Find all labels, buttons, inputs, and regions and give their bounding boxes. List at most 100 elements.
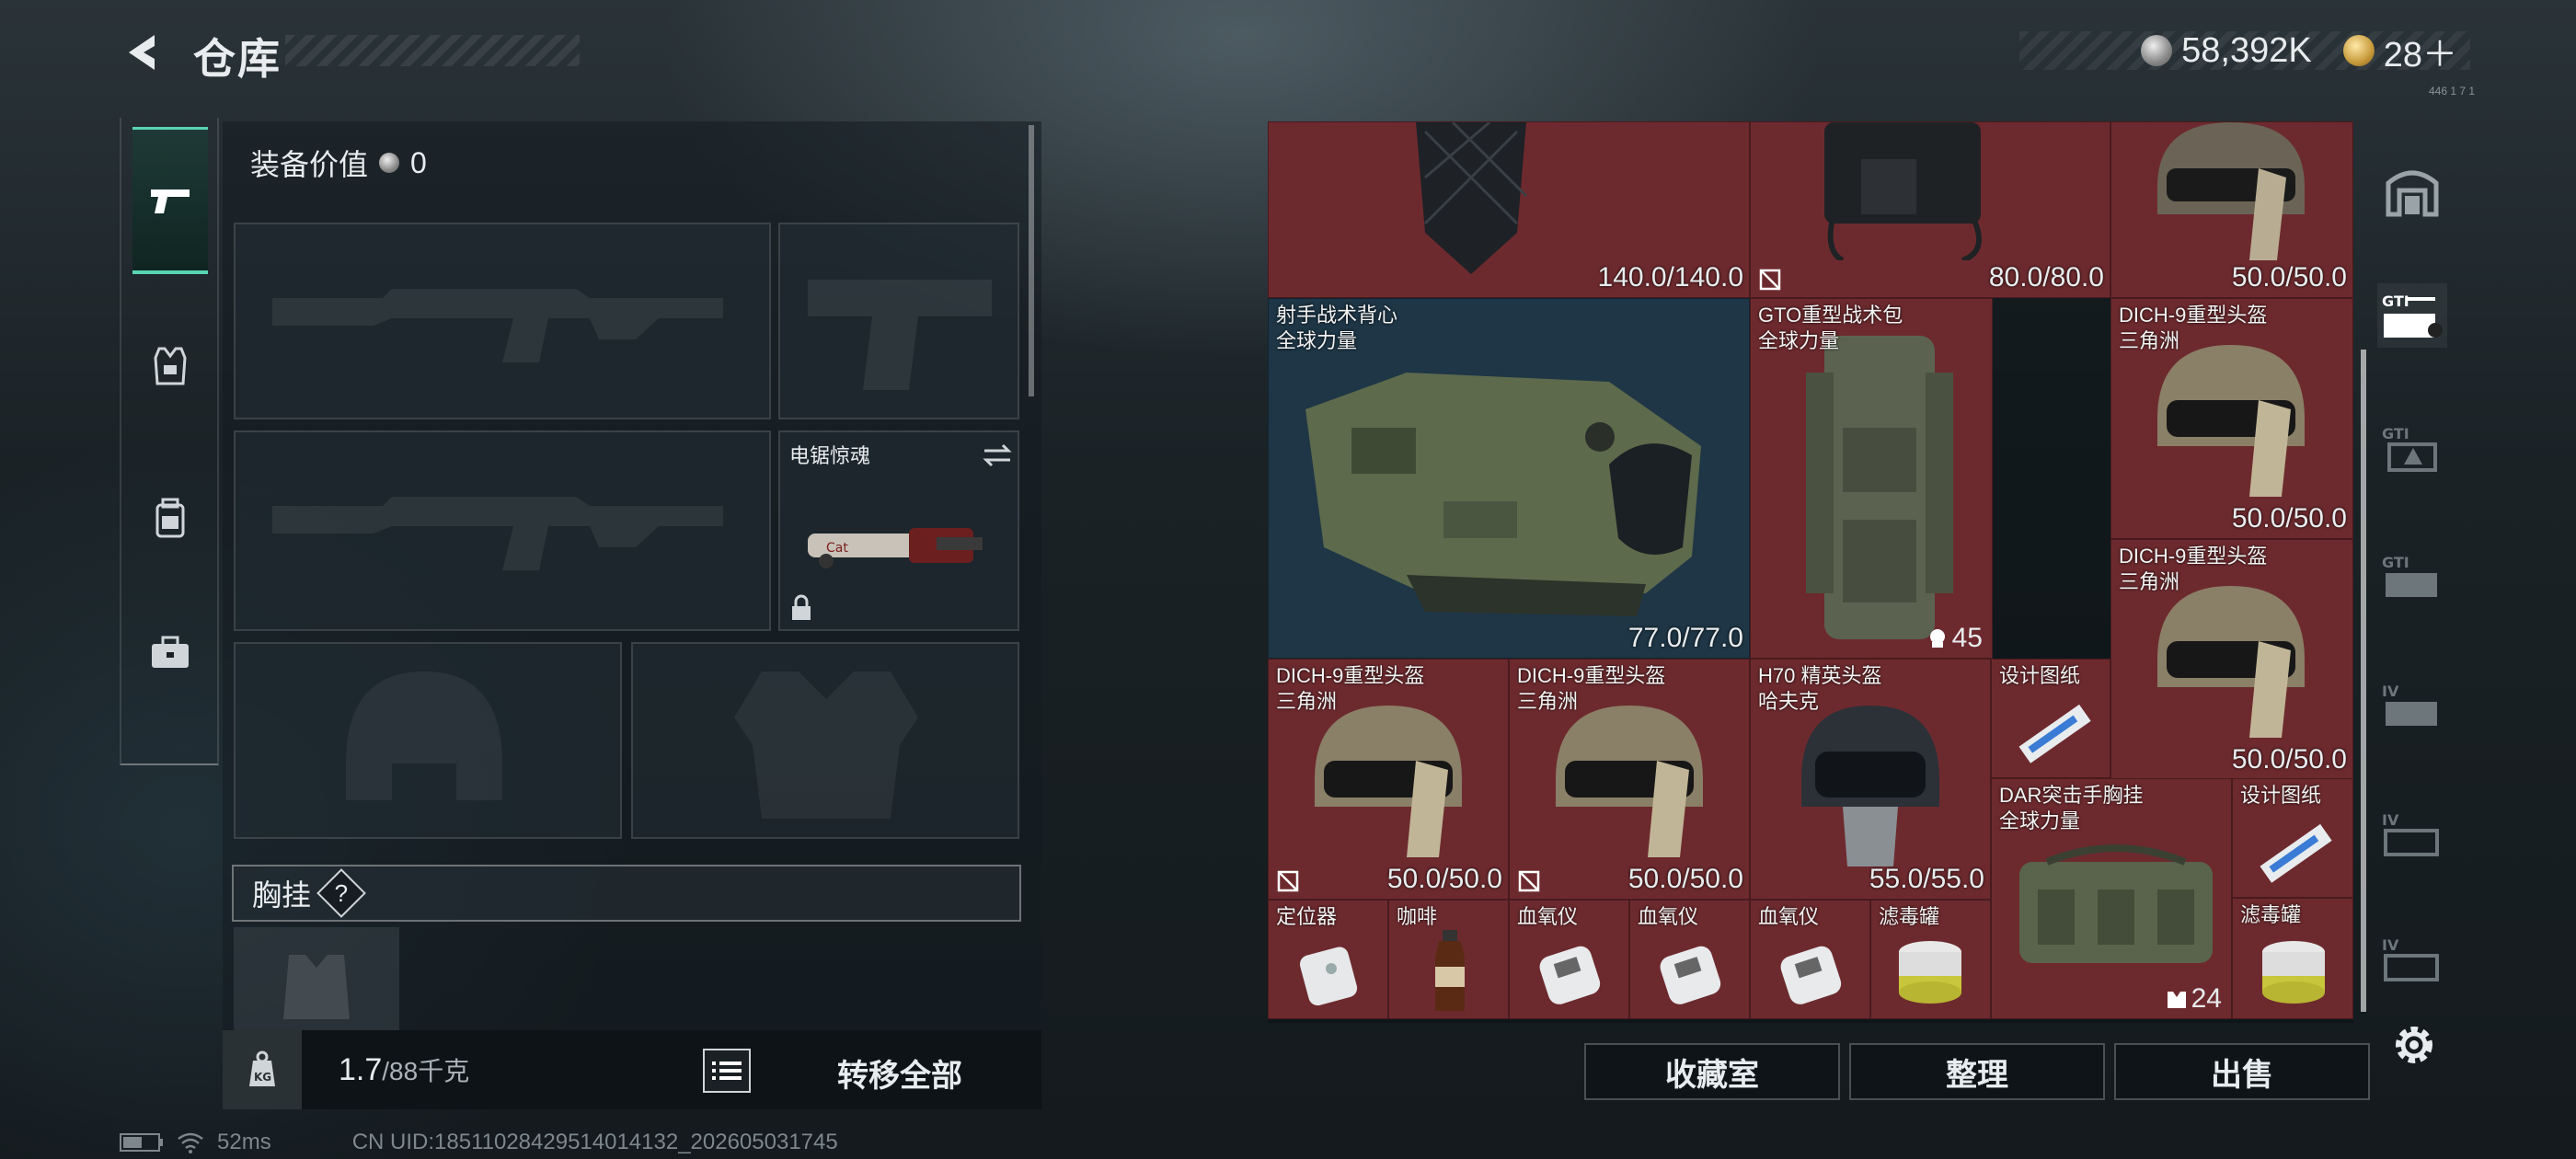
- primary-weapon-slot-2[interactable]: [234, 430, 771, 631]
- item-name: 血氧仪: [1758, 905, 1820, 928]
- gold-amount[interactable]: 28＋: [2384, 26, 2457, 76]
- backpack-icon: [155, 498, 185, 538]
- item-name: 设计图纸: [1999, 664, 2081, 687]
- tab-gti-2[interactable]: GTI: [2377, 416, 2447, 480]
- item-name: 血氧仪: [1517, 905, 1579, 928]
- black-rig-image: [1824, 122, 1982, 260]
- item-faction: 三角洲: [2119, 329, 2180, 352]
- camo-vest-image: [1305, 373, 1701, 616]
- grid-item-dich9-helmet-3[interactable]: DICH-9重型头盔 三角洲 50.0/50.0: [1268, 659, 1509, 900]
- item-faction: 全球力量: [1758, 329, 1840, 352]
- grid-item-dich9-helmet-4[interactable]: DICH-9重型头盔 三角洲 50.0/50.0: [1509, 659, 1750, 900]
- grid-item-oximeter-1[interactable]: 血氧仪: [1509, 900, 1629, 1019]
- item-durability: 50.0/50.0: [1386, 864, 1502, 894]
- weight-current: 1.7: [339, 1052, 383, 1087]
- tab-iv-1[interactable]: IV: [2377, 673, 2447, 738]
- chest-rig-slot[interactable]: [234, 927, 399, 1030]
- wifi-icon: [178, 1132, 203, 1153]
- quilted-armor-image: [1416, 122, 1528, 274]
- tab-gti-1[interactable]: GTI: [2377, 283, 2447, 348]
- collection-room-button[interactable]: 收藏室: [1584, 1043, 1840, 1100]
- back-button[interactable]: [120, 29, 166, 75]
- oximeter-image: [1539, 946, 1601, 1004]
- storage-scrollbar[interactable]: [2361, 350, 2366, 1012]
- item-faction: 三角洲: [1517, 690, 1579, 713]
- grid-item-gto-backpack[interactable]: GTO重型战术包 全球力量 45: [1750, 298, 1993, 659]
- camo-helmet-image: [1556, 706, 1703, 857]
- item-name: 咖啡: [1397, 905, 1438, 928]
- grid-item-filter-1[interactable]: 滤毒罐: [1870, 900, 1991, 1019]
- grid-item-dar-chest-rig[interactable]: DAR突击手胸挂 全球力量 24: [1991, 778, 2232, 1019]
- swap-icon[interactable]: [981, 442, 1014, 469]
- gti-storage-icon: GTI: [2382, 425, 2437, 472]
- tab-all-storage[interactable]: [2377, 158, 2447, 223]
- chest-rig-image: [2019, 844, 2213, 963]
- carry-weight: 1.7/88千克: [339, 1051, 469, 1088]
- grid-item-dich9-helmet-1[interactable]: DICH-9重型头盔 三角洲 50.0/50.0: [2110, 298, 2353, 539]
- svg-text:GTI: GTI: [2382, 554, 2409, 571]
- tab-backpack[interactable]: [132, 445, 208, 592]
- grid-item-oximeter-2[interactable]: 血氧仪: [1629, 900, 1750, 1019]
- grid-item-chest-rig-top[interactable]: 80.0/80.0: [1750, 121, 2110, 298]
- gold-coin-icon: [2342, 35, 2375, 66]
- item-durability: 77.0/77.0: [1627, 623, 1743, 653]
- item-faction: 三角洲: [1276, 690, 1338, 713]
- storage-grid: 140.0/140.0 80.0/80.0 50.0/50.0 射手战术背心 全球…: [1268, 121, 2353, 1023]
- camo-helmet-image: [2157, 345, 2305, 497]
- primary-weapon-slot[interactable]: [234, 223, 771, 419]
- sell-button[interactable]: 出售: [2114, 1043, 2370, 1100]
- iv-storage-icon: IV: [2382, 936, 2439, 981]
- organize-button[interactable]: 整理: [1849, 1043, 2105, 1100]
- svg-text:GTI: GTI: [2382, 293, 2409, 310]
- item-name: 血氧仪: [1638, 905, 1699, 928]
- transfer-all-button[interactable]: 转移全部: [837, 1050, 962, 1096]
- equipment-tab-column: [120, 118, 219, 765]
- item-name: 射手战术背心: [1276, 304, 1398, 327]
- item-durability: 50.0/50.0: [2231, 744, 2347, 775]
- item-faction: 全球力量: [1276, 329, 1358, 352]
- kg-weight-icon: KG: [249, 1050, 275, 1086]
- loadout-scrollbar[interactable]: [1029, 125, 1034, 396]
- item-name: DICH-9重型头盔: [1517, 664, 1666, 687]
- camo-helmet-image: [2157, 586, 2305, 738]
- weight-capacity: /88千克: [382, 1057, 470, 1085]
- item-name: 滤毒罐: [2240, 903, 2302, 926]
- gear-icon: [2396, 1027, 2432, 1063]
- tab-weapons[interactable]: [132, 127, 208, 274]
- melee-slot[interactable]: 电锯惊魂 Cat: [778, 430, 1019, 631]
- grid-item-blueprint-2[interactable]: 设计图纸: [2232, 778, 2353, 898]
- item-durability: 80.0/80.0: [1988, 262, 2104, 293]
- settings-button[interactable]: [2388, 1019, 2440, 1071]
- grid-item-helmet-top[interactable]: 50.0/50.0: [2110, 121, 2353, 298]
- armor-slot[interactable]: [631, 642, 1019, 839]
- item-name: 定位器: [1276, 905, 1338, 928]
- equipment-value-amount: 0: [410, 145, 427, 179]
- grid-item-h70-helmet[interactable]: H70 精英头盔 哈夫克 55.0/55.0: [1750, 659, 1991, 900]
- no-insure-icon: [1277, 870, 1299, 892]
- grid-item-dich9-helmet-2[interactable]: DICH-9重型头盔 三角洲 50.0/50.0: [2110, 539, 2353, 780]
- grid-item-body-armor-top[interactable]: 140.0/140.0: [1268, 121, 1750, 298]
- item-durability: 140.0/140.0: [1597, 262, 1743, 293]
- grid-item-filter-2[interactable]: 滤毒罐: [2232, 898, 2353, 1019]
- helmet-slot[interactable]: [234, 642, 622, 839]
- tab-armor[interactable]: [132, 293, 208, 440]
- list-view-button[interactable]: [703, 1049, 751, 1093]
- rifle-silhouette-icon: [272, 289, 723, 362]
- grid-item-oximeter-3[interactable]: 血氧仪: [1750, 900, 1870, 1019]
- svg-text:IV: IV: [2382, 811, 2399, 829]
- chest-rig-header: 胸挂 ?: [232, 865, 1021, 922]
- filter-canister-image: [2262, 941, 2325, 1004]
- grid-item-coffee[interactable]: 咖啡: [1388, 900, 1509, 1019]
- user-uid: CN UID:18511028429514014132_202605031745: [351, 1130, 838, 1154]
- tab-iv-2[interactable]: IV: [2377, 802, 2447, 866]
- grid-item-blueprint-1[interactable]: 设计图纸: [1991, 659, 2110, 778]
- item-durability: 55.0/55.0: [1869, 864, 1984, 894]
- tab-iv-3[interactable]: IV: [2377, 927, 2447, 992]
- currency-bar: 58,392K 28＋: [2019, 31, 2470, 75]
- grid-item-shooter-vest[interactable]: 射手战术背心 全球力量 77.0/77.0: [1268, 298, 1750, 659]
- tab-gti-3[interactable]: GTI: [2377, 545, 2447, 609]
- tab-toolbox[interactable]: [132, 598, 208, 708]
- secondary-weapon-slot[interactable]: [778, 223, 1019, 419]
- grid-item-locator[interactable]: 定位器: [1268, 900, 1388, 1019]
- help-button[interactable]: ?: [316, 868, 366, 918]
